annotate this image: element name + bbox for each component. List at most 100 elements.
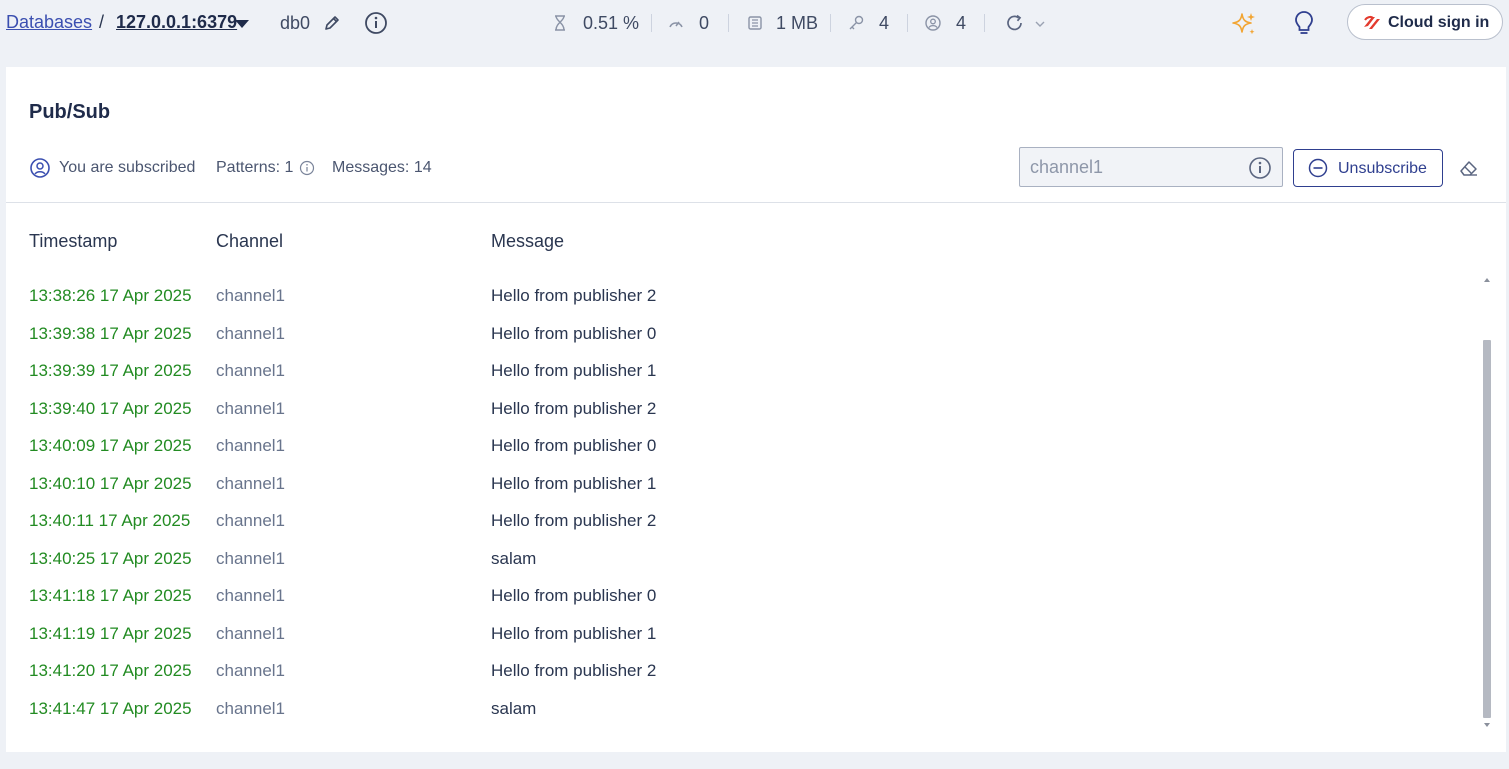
message-cell: salam (491, 548, 537, 568)
unsubscribe-label: Unsubscribe (1338, 160, 1427, 177)
divider (830, 14, 831, 32)
user-circle-icon (30, 158, 50, 178)
timestamp-cell: 13:40:25 17 Apr 2025 (29, 548, 192, 568)
column-header-channel: Channel (216, 231, 284, 251)
cloud-sign-in-label: Cloud sign in (1388, 14, 1490, 31)
timestamp-cell: 13:41:47 17 Apr 2025 (29, 698, 192, 718)
patterns-count: Patterns: 1 (216, 159, 294, 176)
pencil-icon[interactable] (322, 13, 342, 33)
unsubscribe-button[interactable]: Unsubscribe (1293, 149, 1443, 187)
messages-count: Messages: 14 (332, 159, 432, 176)
minus-circle-icon (1308, 158, 1328, 178)
table-row: 13:39:39 17 Apr 2025 channel1 Hello from… (6, 352, 1476, 390)
table-row: 13:40:09 17 Apr 2025 channel1 Hello from… (6, 427, 1476, 465)
message-cell: Hello from publisher 0 (491, 586, 657, 605)
top-bar: Databases / 127.0.0.1:6379 db0 0.51 % 0 … (0, 0, 1509, 46)
channel-cell: channel1 (216, 436, 286, 455)
channel-cell: channel1 (216, 286, 286, 305)
user-circle-icon (925, 15, 941, 31)
channel-cell: channel1 (216, 398, 286, 418)
channel-cell: channel1 (216, 661, 286, 680)
subscription-status: You are subscribed (59, 159, 196, 176)
clients-stat: 4 (956, 13, 967, 33)
column-header-timestamp: Timestamp (29, 231, 118, 251)
message-cell: Hello from publisher 0 (491, 323, 657, 343)
channel-cell: channel1 (216, 548, 286, 568)
message-cell: Hello from publisher 1 (491, 473, 657, 493)
timestamp-cell: 13:41:20 17 Apr 2025 (29, 661, 192, 680)
info-icon[interactable] (299, 160, 315, 176)
lightbulb-icon[interactable] (1291, 9, 1317, 37)
timestamp-cell: 13:41:19 17 Apr 2025 (29, 623, 192, 643)
timestamp-cell: 13:41:18 17 Apr 2025 (29, 586, 192, 605)
channel-field (1019, 147, 1283, 187)
timestamp-cell: 13:39:39 17 Apr 2025 (29, 361, 192, 380)
message-cell: Hello from publisher 2 (491, 661, 657, 680)
info-icon[interactable] (364, 11, 388, 35)
timestamp-cell: 13:40:09 17 Apr 2025 (29, 436, 192, 455)
divider (907, 14, 908, 32)
table-row: 13:41:18 17 Apr 2025 channel1 Hello from… (6, 577, 1476, 615)
messages-table: 13:38:26 17 Apr 2025 channel1 Hello from… (6, 277, 1476, 727)
chevron-down-icon[interactable] (1034, 19, 1046, 29)
message-cell: Hello from publisher 2 (491, 398, 657, 418)
breadcrumb-separator: / (99, 12, 105, 32)
column-header-message: Message (491, 231, 565, 251)
scrollbar-thumb[interactable] (1483, 340, 1491, 718)
message-cell: Hello from publisher 0 (491, 436, 657, 455)
timestamp-cell: 13:39:40 17 Apr 2025 (29, 398, 192, 418)
channel-cell: channel1 (216, 623, 286, 643)
redis-logo-icon (1364, 15, 1380, 29)
divider (984, 14, 985, 32)
timestamp-cell: 13:38:26 17 Apr 2025 (29, 286, 192, 305)
divider (651, 14, 652, 32)
message-cell: Hello from publisher 1 (491, 361, 657, 380)
channel-input[interactable] (1020, 148, 1260, 186)
table-row: 13:41:20 17 Apr 2025 channel1 Hello from… (6, 652, 1476, 690)
memory-stat: 1 MB (776, 13, 819, 33)
db-index-label: db0 (280, 13, 311, 33)
cloud-sign-in-button[interactable]: Cloud sign in (1347, 4, 1503, 40)
message-cell: Hello from publisher 2 (491, 286, 657, 305)
channel-cell: channel1 (216, 586, 286, 605)
ops-stat: 0 (699, 13, 710, 33)
divider (728, 14, 729, 32)
eraser-icon[interactable] (1458, 158, 1480, 178)
channel-cell: channel1 (216, 511, 286, 530)
channel-cell: channel1 (216, 361, 286, 380)
cpu-hourglass-icon (555, 15, 565, 31)
table-row: 13:41:47 17 Apr 2025 channel1 salam (6, 690, 1476, 728)
chevron-down-icon[interactable] (235, 20, 249, 28)
page-title: Pub/Sub (29, 101, 111, 123)
speedometer-icon (669, 21, 683, 28)
table-row: 13:40:25 17 Apr 2025 channel1 salam (6, 540, 1476, 578)
channel-cell: channel1 (216, 698, 286, 718)
database-host-link[interactable]: 127.0.0.1:6379 (116, 12, 237, 33)
timestamp-cell: 13:40:10 17 Apr 2025 (29, 473, 192, 493)
message-cell: Hello from publisher 1 (491, 623, 657, 643)
ai-sparkle-icon[interactable] (1230, 10, 1258, 38)
cpu-stat: 0.51 % (583, 13, 640, 33)
divider (6, 202, 1506, 203)
table-row: 13:40:11 17 Apr 2025 channel1 Hello from… (6, 502, 1476, 540)
channel-cell: channel1 (216, 323, 286, 343)
scroll-down-arrow[interactable] (1484, 723, 1490, 727)
pubsub-panel: Pub/Sub You are subscribed Patterns: 1 M… (6, 67, 1506, 752)
breadcrumb-databases-link[interactable]: Databases (6, 12, 92, 33)
table-row: 13:38:26 17 Apr 2025 channel1 Hello from… (6, 277, 1476, 315)
keys-stat: 4 (879, 13, 890, 33)
refresh-icon[interactable] (1004, 12, 1026, 34)
table-row: 13:40:10 17 Apr 2025 channel1 Hello from… (6, 465, 1476, 503)
memory-icon (748, 16, 762, 30)
message-cell: Hello from publisher 2 (491, 511, 657, 530)
table-row: 13:39:40 17 Apr 2025 channel1 Hello from… (6, 390, 1476, 428)
table-row: 13:41:19 17 Apr 2025 channel1 Hello from… (6, 615, 1476, 653)
key-icon (849, 15, 864, 30)
info-icon[interactable] (1248, 156, 1272, 180)
timestamp-cell: 13:40:11 17 Apr 2025 (29, 511, 191, 530)
message-cell: salam (491, 698, 537, 718)
table-row: 13:39:38 17 Apr 2025 channel1 Hello from… (6, 315, 1476, 353)
timestamp-cell: 13:39:38 17 Apr 2025 (29, 323, 192, 343)
scroll-up-arrow[interactable] (1484, 278, 1490, 282)
channel-cell: channel1 (216, 473, 286, 493)
